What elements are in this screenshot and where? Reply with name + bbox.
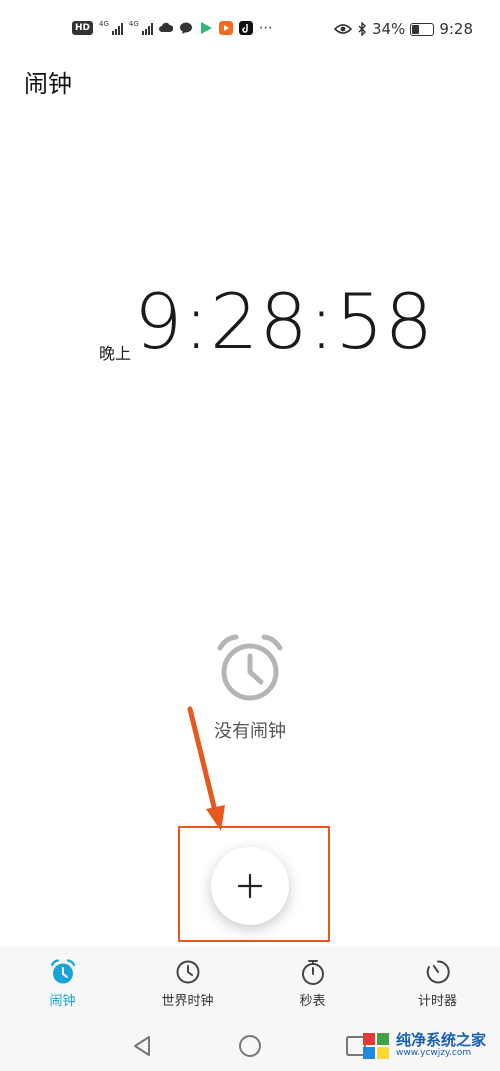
empty-state-message: 没有闹钟 bbox=[214, 721, 286, 742]
stopwatch-icon bbox=[301, 960, 324, 985]
watermark-url: www.ycwjzy.com bbox=[396, 1048, 472, 1059]
ampm-label: 晚上 bbox=[99, 344, 132, 363]
annotation-arrow bbox=[187, 706, 225, 831]
alarm-clock-icon bbox=[217, 634, 283, 701]
tab-world-clock[interactable]: 世界时钟 bbox=[125, 946, 250, 1024]
tiktok-icon bbox=[238, 21, 253, 35]
status-time: 9:28 bbox=[439, 20, 473, 38]
more-dots-icon: ⋯ bbox=[258, 20, 273, 36]
tab-alarm[interactable]: 闹钟 bbox=[0, 946, 125, 1024]
tab-stopwatch-label: 秒表 bbox=[299, 994, 326, 1009]
bluetooth-icon bbox=[358, 22, 366, 36]
status-bar: HD 4G 4G ⋯ 34% 9:28 bbox=[0, 0, 500, 58]
timer-icon bbox=[426, 960, 450, 984]
world-clock-icon bbox=[176, 960, 199, 984]
hd-badge: HD bbox=[72, 21, 94, 35]
tab-timer-label: 计时器 bbox=[417, 994, 457, 1009]
signal-icon-2: 4G bbox=[129, 21, 153, 35]
tab-world-clock-label: 世界时钟 bbox=[161, 994, 214, 1009]
plus-icon bbox=[237, 873, 263, 899]
page-title: 闹钟 bbox=[24, 70, 72, 98]
bottom-nav: 闹钟 世界时钟 秒表 计时器 bbox=[0, 946, 500, 1024]
back-icon[interactable] bbox=[129, 1032, 157, 1060]
watermark-title: 纯净系统之家 bbox=[396, 1031, 487, 1050]
tab-alarm-label: 闹钟 bbox=[49, 994, 76, 1009]
battery-percent: 34% bbox=[371, 20, 406, 38]
signal-label-1: 4G bbox=[99, 20, 109, 28]
cloud-icon bbox=[158, 22, 173, 32]
clock-time: 9:28:58 bbox=[134, 277, 434, 366]
watermark-text: 纯净系统之家 www.ycwjzy.com bbox=[396, 1033, 486, 1058]
eye-icon bbox=[333, 24, 352, 34]
home-icon[interactable] bbox=[236, 1032, 264, 1060]
video-app-icon bbox=[218, 21, 233, 35]
alarm-clock-icon bbox=[50, 959, 75, 984]
battery-icon bbox=[410, 22, 435, 36]
status-left: HD 4G 4G ⋯ bbox=[72, 20, 273, 36]
windows-logo-icon bbox=[363, 1033, 389, 1059]
play-app-icon bbox=[200, 22, 212, 34]
signal-icon-1: 4G bbox=[99, 21, 123, 35]
status-right: 34% 9:28 bbox=[333, 20, 473, 38]
add-alarm-button[interactable] bbox=[211, 847, 289, 925]
watermark: 纯净系统之家 www.ycwjzy.com bbox=[362, 1032, 486, 1060]
signal-label-2: 4G bbox=[128, 20, 139, 28]
tab-timer[interactable]: 计时器 bbox=[375, 946, 500, 1024]
chat-bubble-icon bbox=[179, 22, 192, 34]
tab-stopwatch[interactable]: 秒表 bbox=[250, 946, 375, 1024]
digital-clock: 晚上 9:28:58 bbox=[0, 280, 500, 380]
